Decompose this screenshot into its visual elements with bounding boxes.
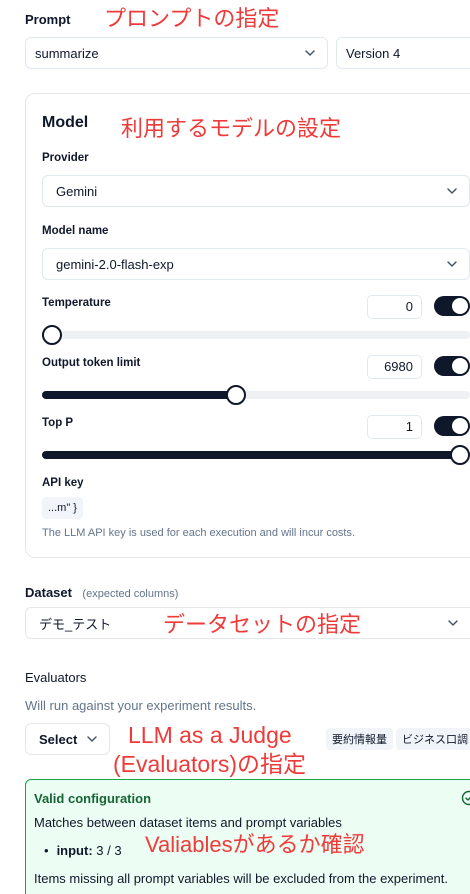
- dataset-header: Dataset (expected columns): [25, 584, 178, 602]
- check-circle-icon: [461, 790, 470, 806]
- top-p-slider-thumb[interactable]: [450, 445, 470, 465]
- prompt-select-value: summarize: [35, 45, 99, 61]
- output-token-limit-input[interactable]: 6980: [367, 355, 422, 379]
- model-name-select[interactable]: gemini-2.0-flash-exp: [42, 248, 470, 280]
- evaluator-chip[interactable]: 要約情報量: [326, 728, 393, 750]
- model-name-label: Model name: [42, 225, 109, 237]
- chevron-down-icon: [87, 736, 97, 742]
- annotation-prompt: プロンプトの指定: [104, 6, 280, 31]
- api-key-note: The LLM API key is used for each executi…: [42, 527, 356, 539]
- temperature-slider[interactable]: [42, 325, 470, 345]
- valid-configuration-title: Valid configuration: [34, 791, 152, 806]
- prompt-version-value: Version 4: [346, 45, 401, 61]
- evaluators-label: Evaluators: [25, 670, 87, 685]
- variable-match-item: • input: 3 / 3: [44, 843, 122, 858]
- prompt-version-select[interactable]: Version 4: [336, 37, 470, 69]
- output-token-limit-slider[interactable]: [42, 385, 470, 405]
- evaluator-select-label: Select: [39, 731, 78, 747]
- provider-select-value: Gemini: [56, 183, 98, 199]
- top-p-toggle[interactable]: [434, 416, 470, 436]
- top-p-input[interactable]: 1: [367, 415, 422, 439]
- provider-select[interactable]: Gemini: [42, 175, 470, 207]
- valid-configuration-footer: Items missing all prompt variables will …: [34, 871, 449, 886]
- temperature-slider-thumb[interactable]: [42, 325, 62, 345]
- model-name-select-value: gemini-2.0-flash-exp: [56, 256, 174, 272]
- valid-configuration-subtitle: Matches between dataset items and prompt…: [34, 815, 342, 830]
- chevron-down-icon: [305, 50, 315, 56]
- top-p-slider-fill: [42, 451, 460, 459]
- output-token-limit-slider-fill: [42, 391, 236, 399]
- variable-key: input:: [56, 843, 93, 858]
- annotation-variables: Valiablesがあるか確認: [145, 832, 365, 857]
- bullet: •: [44, 843, 49, 858]
- model-card-title: Model: [42, 114, 89, 131]
- prompt-label: Prompt: [25, 12, 71, 27]
- output-token-limit-slider-thumb[interactable]: [226, 385, 246, 405]
- model-card: [25, 93, 470, 558]
- temperature-label: Temperature: [42, 297, 111, 309]
- top-p-slider[interactable]: [42, 445, 470, 465]
- evaluator-select[interactable]: Select: [25, 723, 110, 755]
- experiment-settings-panel: Prompt プロンプトの指定 summarize Version 4 Mode…: [0, 0, 470, 894]
- variable-count: 3 / 3: [96, 843, 122, 858]
- api-key-chip: ...m" }: [42, 497, 83, 519]
- evaluator-chip[interactable]: ビジネス口調: [396, 728, 470, 750]
- evaluators-description: Will run against your experiment results…: [25, 698, 257, 713]
- dataset-hint: (expected columns): [82, 588, 179, 600]
- temperature-toggle[interactable]: [434, 296, 470, 316]
- annotation-dataset: データセットの指定: [163, 612, 362, 637]
- top-p-label: Top P: [42, 417, 74, 429]
- temperature-input[interactable]: 0: [367, 295, 422, 319]
- chevron-down-icon: [448, 620, 458, 626]
- output-token-limit-label: Output token limit: [42, 357, 141, 369]
- dataset-select-value: デモ_テスト: [39, 616, 112, 632]
- output-token-limit-toggle[interactable]: [434, 356, 470, 376]
- dataset-label: Dataset: [25, 585, 72, 600]
- api-key-label: API key: [42, 477, 84, 489]
- chevron-down-icon: [447, 261, 457, 267]
- annotation-evaluator-line1: LLM as a Judge: [128, 722, 292, 748]
- chevron-down-icon: [447, 188, 457, 194]
- annotation-evaluator-line2: (Evaluators)の指定: [113, 751, 306, 777]
- prompt-select[interactable]: summarize: [25, 37, 328, 69]
- provider-label: Provider: [42, 152, 89, 164]
- annotation-model: 利用するモデルの設定: [121, 116, 342, 141]
